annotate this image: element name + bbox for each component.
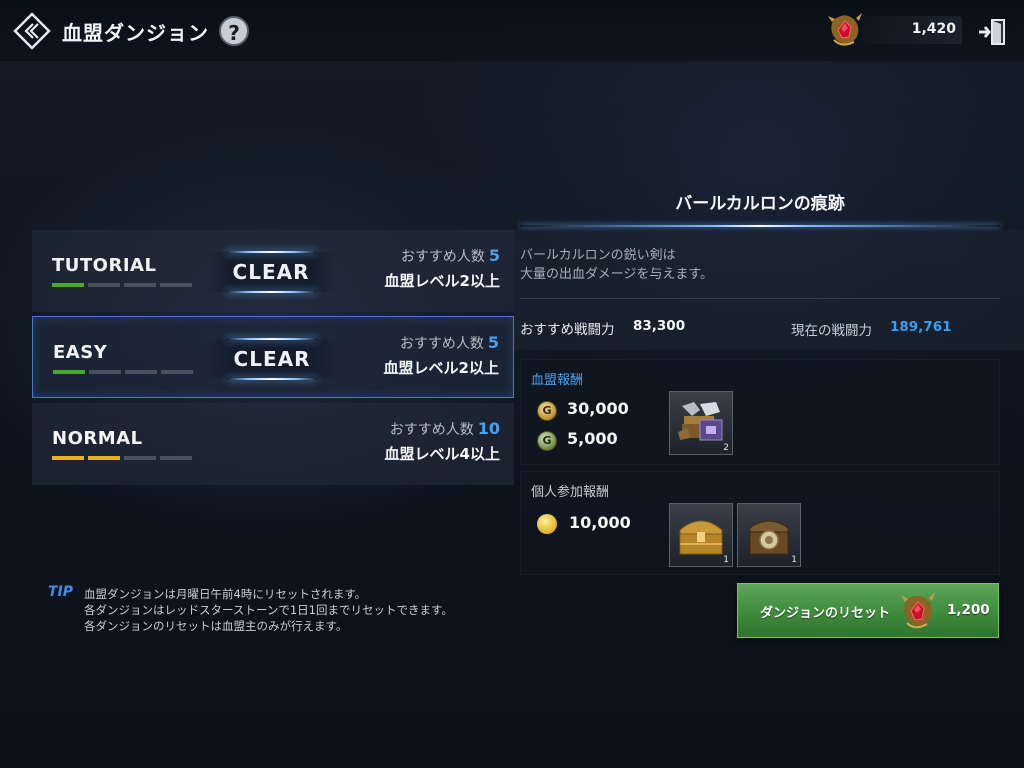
- dungeon-reset-button[interactable]: ダンジョンのリセット 1,200: [737, 583, 999, 638]
- difficulty-row-normal[interactable]: NORMAL おすすめ人数 10 血盟レベル4以上: [32, 403, 514, 485]
- help-button[interactable]: ?: [219, 16, 249, 46]
- difficulty-bar: [161, 370, 193, 374]
- recommended-players-count: 10: [477, 419, 500, 438]
- reward-item-slot[interactable]: 1: [669, 503, 733, 567]
- difficulty-row-tutorial[interactable]: TUTORIAL CLEAR おすすめ人数 5 血盟レベル2以上: [32, 230, 514, 312]
- difficulty-name: EASY: [53, 342, 108, 363]
- clan-green-amount: 5,000: [567, 429, 618, 448]
- difficulty-name: NORMAL: [52, 428, 143, 449]
- red-star-stone-icon: [828, 13, 862, 46]
- reward-item-slot[interactable]: 2: [669, 391, 733, 455]
- tip-line: 血盟ダンジョンは月曜日午前4時にリセットされます。: [84, 587, 367, 601]
- reset-cost: 1,200: [947, 602, 990, 618]
- difficulty-bar: [124, 456, 156, 460]
- difficulty-bar: [88, 283, 120, 287]
- tip-line: 各ダンジョンはレッドスターストーンで1日1回までリセットできます。: [84, 603, 453, 617]
- difficulty-row-easy[interactable]: EASY CLEAR おすすめ人数 5 血盟レベル2以上: [32, 316, 514, 398]
- dungeon-description-line: バールカルロンの鋭い剣は: [520, 248, 676, 263]
- exit-door-icon: [979, 19, 1005, 45]
- title-glow-divider: [520, 225, 1000, 227]
- clan-level-requirement: 血盟レベル2以上: [383, 359, 499, 377]
- difficulty-bar: [52, 283, 84, 287]
- currency-display: 1,420: [862, 16, 962, 44]
- currency-amount: 1,420: [911, 21, 956, 37]
- tip-line: 各ダンジョンのリセットは血盟主のみが行えます。: [84, 619, 348, 633]
- difficulty-bar: [124, 283, 156, 287]
- personal-reward-title: 個人参加報酬: [531, 485, 610, 500]
- difficulty-bar: [89, 370, 121, 374]
- item-count: 1: [791, 555, 797, 565]
- current-power-label: 現在の戦闘力: [791, 323, 872, 339]
- recommended-power-value: 83,300: [633, 318, 686, 334]
- item-count: 2: [723, 443, 729, 453]
- clear-badge: CLEAR: [207, 338, 337, 380]
- difficulty-bar: [88, 456, 120, 460]
- personal-reward-panel: 個人参加報酬 10,000 1 1: [520, 471, 1000, 575]
- recommended-players-count: 5: [488, 246, 500, 265]
- current-power-value: 189,761: [890, 319, 952, 335]
- clan-reward-panel: 血盟報酬 G 30,000 G 5,000 2: [520, 359, 1000, 465]
- difficulty-level-bars: [52, 456, 192, 460]
- item-count: 1: [723, 555, 729, 565]
- recommended-power-label: おすすめ戦闘力: [520, 322, 615, 338]
- clear-text: CLEAR: [233, 347, 311, 371]
- recommended-players: おすすめ人数 5: [401, 246, 500, 266]
- personal-gold-amount: 10,000: [569, 513, 631, 532]
- recommended-players-label: おすすめ人数: [399, 336, 484, 352]
- difficulty-level-bars: [52, 283, 192, 287]
- recommended-players: おすすめ人数 10: [390, 419, 500, 439]
- recommended-players-label: おすすめ人数: [400, 249, 485, 265]
- clan-green-coin-icon: G: [537, 431, 557, 451]
- recommended-players-count: 5: [487, 333, 499, 352]
- clan-gold-coin-icon: G: [537, 401, 557, 421]
- clear-badge: CLEAR: [206, 251, 336, 293]
- dungeon-description-line: 大量の出血ダメージを与えます。: [520, 267, 714, 282]
- difficulty-bar: [160, 456, 192, 460]
- clan-reward-title: 血盟報酬: [531, 373, 584, 388]
- difficulty-bar: [53, 370, 85, 374]
- divider: [520, 298, 1000, 299]
- tip-label: TIP: [48, 584, 74, 600]
- recommended-players: おすすめ人数 5: [400, 333, 499, 353]
- dungeon-name: バールカルロンの痕跡: [675, 194, 845, 214]
- difficulty-name: TUTORIAL: [52, 255, 157, 276]
- top-bar: 血盟ダンジョン ? 1,420: [0, 0, 1024, 62]
- difficulty-bar: [160, 283, 192, 287]
- recommended-players-label: おすすめ人数: [389, 422, 474, 438]
- red-star-stone-icon: [901, 592, 935, 629]
- clan-level-requirement: 血盟レベル2以上: [384, 272, 500, 290]
- double-chevron-left-icon: [13, 12, 51, 50]
- difficulty-bar: [52, 456, 84, 460]
- difficulty-bar: [125, 370, 157, 374]
- back-button[interactable]: [12, 11, 52, 51]
- clan-gold-amount: 30,000: [567, 399, 629, 418]
- difficulty-level-bars: [53, 370, 193, 374]
- page-title: 血盟ダンジョン: [62, 21, 209, 45]
- reset-button-label: ダンジョンのリセット: [760, 606, 891, 621]
- clan-level-requirement: 血盟レベル4以上: [384, 445, 500, 463]
- exit-button[interactable]: [977, 16, 1009, 48]
- reward-item-slot[interactable]: 1: [737, 503, 801, 567]
- clear-text: CLEAR: [232, 260, 310, 284]
- gold-coin-icon: [537, 514, 557, 534]
